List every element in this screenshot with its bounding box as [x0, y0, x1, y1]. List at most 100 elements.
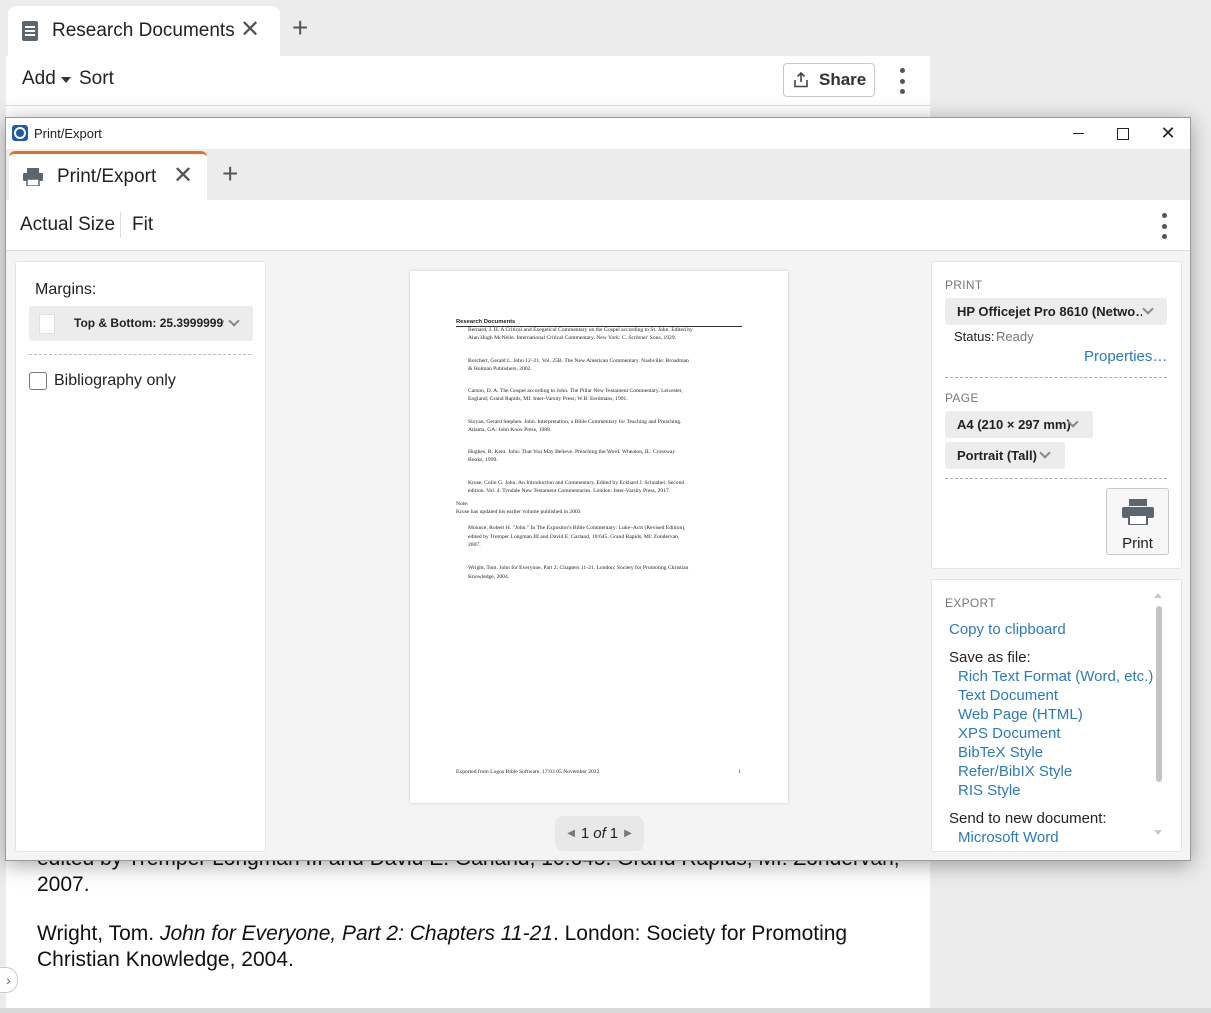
bibliography-entry-wright: Wright, Tom. John for Everyone, Part 2: …	[37, 921, 847, 947]
more-options-icon[interactable]	[1159, 213, 1169, 239]
status-label: Status:	[954, 329, 995, 344]
preview-text-line: Kruse has updated his earlier volume pub…	[456, 509, 581, 515]
export-format-link[interactable]: Web Page (HTML)	[958, 706, 1083, 723]
print-button-label: Print	[1122, 535, 1153, 552]
add-menu-button[interactable]: Add	[22, 68, 56, 90]
preview-text-line: Borchert, Gerald L. John 12–21. Vol. 25B…	[468, 357, 689, 364]
orientation-value: Portrait (Tall)	[957, 448, 1037, 463]
preview-text-line: edition. Vol. 4. Tyndale New Testament C…	[468, 487, 671, 494]
page-of-label: of	[593, 825, 606, 842]
background-toolbar: Add Sort Share	[6, 56, 930, 106]
fit-button[interactable]: Fit	[132, 214, 153, 236]
scroll-up-arrow[interactable]	[1154, 593, 1162, 598]
preview-text-line: Wright, Tom. John for Everyone, Part 2: …	[468, 565, 689, 571]
page-preview: Research Documents Exported from Logos B…	[410, 271, 788, 803]
add-tab-icon[interactable]: +	[222, 159, 238, 189]
preview-text-line: Mounce, Robert H. "John." In The Exposit…	[468, 525, 686, 531]
margin-preview-icon	[39, 314, 55, 334]
close-tab-icon[interactable]: ✕	[240, 16, 260, 44]
export-format-link[interactable]: BibTeX Style	[958, 744, 1043, 761]
properties-link[interactable]: Properties…	[1084, 348, 1167, 365]
divider	[945, 377, 1167, 378]
share-icon	[794, 71, 808, 88]
print-export-window: Print/Export ✕ Print/Export ✕ + Actual S…	[5, 117, 1191, 861]
export-heading: EXPORT	[945, 596, 996, 610]
export-scrollbar[interactable]	[1156, 606, 1162, 782]
preview-text-line: edited by Tremper Longman III and David …	[468, 533, 680, 540]
next-page-icon[interactable]: ▶	[624, 828, 632, 839]
previous-page-icon[interactable]: ◀	[567, 828, 575, 839]
chevron-down-icon	[1039, 447, 1051, 459]
print-heading: PRINT	[945, 278, 983, 292]
export-panel: EXPORT Copy to clipboard Save as file: R…	[931, 579, 1182, 852]
more-options-icon[interactable]	[897, 68, 907, 94]
window-title: Print/Export	[34, 126, 102, 141]
margins-value: Top & Bottom: 25.399999999	[74, 316, 224, 330]
preview-text-line: Books, 1999.	[468, 457, 498, 463]
sort-button[interactable]: Sort	[79, 68, 114, 90]
chevron-down-icon	[228, 315, 240, 327]
margins-dropdown[interactable]: Top & Bottom: 25.399999999	[29, 306, 253, 341]
options-panel: Margins: Top & Bottom: 25.399999999 Bibl…	[15, 261, 266, 852]
entry-title: John for Everyone, Part 2: Chapters 11-2…	[159, 922, 553, 945]
current-page: 1	[580, 825, 590, 842]
close-tab-icon[interactable]: ✕	[173, 162, 193, 190]
export-format-link[interactable]: Refer/BibIX Style	[958, 763, 1072, 780]
dialog-tab-bar: Print/Export ✕	[6, 149, 1190, 200]
divider	[29, 354, 251, 355]
share-button[interactable]: Share	[783, 63, 875, 97]
export-link-microsoft-word[interactable]: Microsoft Word	[958, 829, 1059, 846]
scroll-down-arrow[interactable]	[1154, 830, 1162, 835]
bibliography-only-checkbox[interactable]	[29, 372, 47, 390]
preview-text-line: Carson, D. A. The Gospel according to Jo…	[468, 388, 683, 394]
preview-text-line: 2007.	[468, 542, 481, 548]
preview-text-line: Note:	[456, 501, 469, 507]
maximize-button[interactable]	[1100, 118, 1146, 149]
export-format-link[interactable]: Rich Text Format (Word, etc.)	[958, 668, 1153, 685]
total-pages: 1	[609, 825, 619, 842]
page-navigator: ◀ 1 of 1 ▶	[555, 816, 644, 851]
copy-to-clipboard-link[interactable]: Copy to clipboard	[949, 621, 1066, 638]
tab-research-documents[interactable]: Research Documents ✕	[8, 6, 280, 56]
document-icon	[22, 21, 38, 41]
paper-size-dropdown[interactable]: A4 (210 × 297 mm)	[945, 411, 1093, 438]
orientation-dropdown[interactable]: Portrait (Tall)	[945, 442, 1065, 469]
preview-text-line: Sloyan, Gerard Stephen. John. Interpreta…	[468, 418, 682, 425]
chevron-down-icon	[1142, 303, 1154, 315]
save-as-file-label: Save as file:	[949, 649, 1031, 666]
status-value: Ready	[996, 329, 1034, 344]
tab-print-export[interactable]: Print/Export ✕	[9, 151, 207, 200]
export-format-link[interactable]: RIS Style	[958, 782, 1021, 799]
actual-size-button[interactable]: Actual Size	[20, 214, 115, 236]
print-button[interactable]: Print	[1106, 488, 1169, 555]
printer-icon	[1122, 499, 1154, 525]
add-tab-icon[interactable]: +	[292, 13, 308, 43]
window-titlebar[interactable]: Print/Export ✕	[6, 118, 1190, 149]
preview-text-line: Alan Hugh McNeile. International Critica…	[468, 335, 677, 341]
dialog-toolbar: Actual Size Fit	[6, 200, 1190, 251]
background-tab-bar: Research Documents ✕ +	[0, 0, 1211, 56]
close-window-button[interactable]: ✕	[1145, 118, 1191, 149]
tab-label: Print/Export	[57, 166, 157, 187]
bibliography-only-label[interactable]: Bibliography only	[54, 372, 176, 390]
printer-dropdown[interactable]: HP Officejet Pro 8610 (Netwo…	[945, 298, 1167, 325]
export-format-link[interactable]: XPS Document	[958, 725, 1061, 742]
preview-text-line: Hughes, R. Kent. John: That You May Beli…	[468, 449, 676, 455]
preview-page-number: 1	[738, 769, 741, 775]
printer-icon	[23, 168, 43, 186]
print-panel: PRINT HP Officejet Pro 8610 (Netwo… Stat…	[931, 261, 1182, 569]
logos-app-icon	[12, 125, 28, 141]
preview-text-line: & Holman Publishers, 2002.	[468, 365, 532, 372]
preview-text-line: England; Grand Rapids, MI: Inter-Varsity…	[468, 396, 628, 402]
preview-text-line: Kruse, Colin G. John: An Introduction an…	[468, 479, 685, 486]
bottom-border	[0, 1008, 1211, 1013]
preview-footer: Exported from Logos Bible Software, 17:0…	[456, 769, 600, 775]
bibliography-text-line: 2007.	[37, 873, 90, 896]
export-format-link[interactable]: Text Document	[958, 687, 1058, 704]
minimize-button[interactable]	[1055, 118, 1101, 149]
caret-down-icon[interactable]	[61, 77, 71, 83]
share-label: Share	[819, 70, 867, 89]
preview-text-line: Knowledge, 2004.	[468, 573, 510, 580]
send-to-document-label: Send to new document:	[949, 810, 1107, 827]
divider	[945, 478, 1167, 479]
